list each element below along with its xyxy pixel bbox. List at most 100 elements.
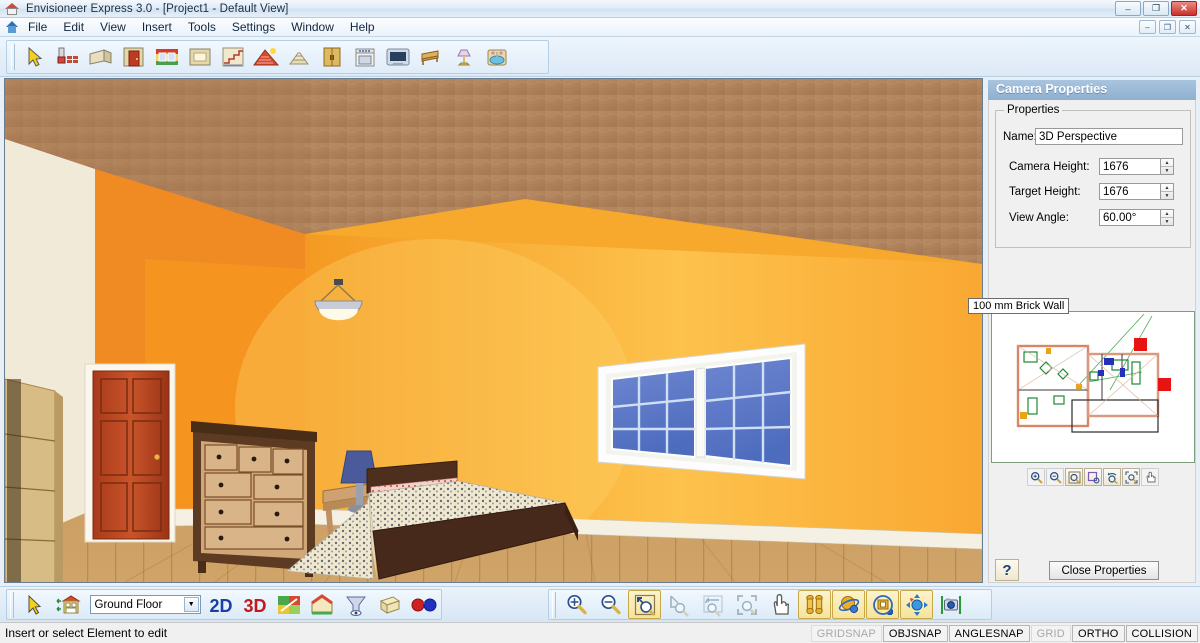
pan-button[interactable] [764, 590, 797, 619]
minimap-zoom-in-button[interactable] [1027, 468, 1045, 486]
status-indicators: GRIDSNAP OBJSNAP ANGLESNAP GRID ORTHO CO… [810, 625, 1198, 642]
turn-camera-button[interactable] [866, 590, 899, 619]
camera-name-input[interactable]: 3D Perspective [1035, 128, 1183, 145]
spin-up-icon[interactable]: ▲ [1161, 210, 1173, 218]
shelf-unit [5, 378, 63, 582]
zoom-extents-button[interactable] [730, 590, 763, 619]
cabinet-tool[interactable] [316, 42, 348, 72]
zoom-out-button[interactable] [594, 590, 627, 619]
spin-up-icon[interactable]: ▲ [1161, 184, 1173, 192]
snapshot-button[interactable] [934, 590, 967, 619]
spin-down-icon[interactable]: ▼ [1161, 167, 1173, 174]
window-assembly [597, 343, 806, 480]
target-height-spinner[interactable]: ▲ ▼ [1161, 183, 1174, 200]
lighting-tool[interactable] [448, 42, 480, 72]
mdi-restore-button[interactable]: ❐ [1159, 20, 1176, 34]
window-tool[interactable] [151, 42, 183, 72]
bottom-toolbar-strip: Ground Floor ▼ 2D 3D [0, 586, 1200, 622]
menu-item-help[interactable]: Help [342, 18, 383, 36]
close-properties-button[interactable]: Close Properties [1049, 561, 1159, 580]
electronics-tool[interactable] [382, 42, 414, 72]
view-angle-row: View Angle: [1009, 212, 1069, 224]
minimize-button[interactable]: – [1115, 1, 1141, 16]
zoom-in-button[interactable] [560, 590, 593, 619]
floorplan-minimap[interactable] [991, 311, 1195, 463]
status-gridsnap[interactable]: GRIDSNAP [810, 625, 882, 642]
roof-tool[interactable] [250, 42, 282, 72]
select-element-button[interactable] [18, 590, 51, 619]
toolbar-grip[interactable] [11, 44, 15, 70]
mdi-minimize-button[interactable]: – [1139, 20, 1156, 34]
menu-item-file[interactable]: File [20, 18, 55, 36]
mdi-close-button[interactable]: ✕ [1179, 20, 1196, 34]
view-toolbar: Ground Floor ▼ 2D 3D [6, 589, 442, 620]
view-2d-button[interactable]: 2D [205, 590, 238, 619]
walk-through-button[interactable] [798, 590, 831, 619]
close-button[interactable]: ✕ [1171, 1, 1197, 16]
view-split-button[interactable] [272, 590, 305, 619]
chevron-down-icon[interactable]: ▼ [183, 597, 199, 612]
svg-text:3D: 3D [243, 596, 266, 616]
menu-item-insert[interactable]: Insert [134, 18, 180, 36]
document-icon [4, 20, 20, 35]
name-label: Name: [1003, 131, 1037, 143]
menu-item-tools[interactable]: Tools [180, 18, 224, 36]
view-toolbar-grip[interactable] [10, 591, 14, 618]
status-anglesnap[interactable]: ANGLESNAP [948, 625, 1030, 642]
menu-item-window[interactable]: Window [283, 18, 342, 36]
minimap-zoom-out-button[interactable] [1046, 468, 1064, 486]
title-bar: Envisioneer Express 3.0 - [Project1 - De… [0, 0, 1200, 18]
minimap-zoom-window-button[interactable] [1065, 468, 1083, 486]
minimap-zoom-region-button[interactable] [1084, 468, 1102, 486]
deck-tool[interactable] [283, 42, 315, 72]
target-height-input[interactable]: 1676 [1099, 183, 1161, 200]
minimap-zoom-previous-button[interactable] [1103, 468, 1121, 486]
view-3d-button[interactable]: 3D [238, 590, 271, 619]
nav-toolbar-grip[interactable] [552, 591, 556, 618]
spin-down-icon[interactable]: ▼ [1161, 192, 1173, 199]
view-visibility-button[interactable] [340, 590, 373, 619]
zoom-window-button[interactable] [628, 590, 661, 619]
view-stereo-button[interactable] [407, 590, 440, 619]
restore-button[interactable]: ❐ [1143, 1, 1169, 16]
camera-properties-panel: Camera Properties Properties Name: 3D Pe… [968, 80, 1196, 583]
stairs-tool[interactable] [217, 42, 249, 72]
zoom-corner-button[interactable] [662, 590, 695, 619]
main-toolbar [0, 37, 1200, 77]
opening-tool[interactable] [184, 42, 216, 72]
level-manager-button[interactable] [52, 590, 85, 619]
menu-item-settings[interactable]: Settings [224, 18, 283, 36]
menu-item-edit[interactable]: Edit [55, 18, 92, 36]
wall-tool[interactable] [85, 42, 117, 72]
help-button[interactable]: ? [995, 559, 1019, 581]
status-collision[interactable]: COLLISION [1125, 625, 1198, 642]
status-ortho[interactable]: ORTHO [1071, 625, 1125, 642]
select-arrow-tool[interactable] [19, 42, 51, 72]
floor-selector[interactable]: Ground Floor ▼ [89, 595, 201, 614]
appliance-tool[interactable] [349, 42, 381, 72]
minimap-pan-button[interactable] [1141, 468, 1159, 486]
status-objsnap[interactable]: OBJSNAP [882, 625, 948, 642]
dresser [191, 421, 317, 577]
move-camera-button[interactable] [900, 590, 933, 619]
view-box-button[interactable] [374, 590, 407, 619]
camera-height-row: Camera Height: [1009, 161, 1090, 173]
camera-height-input[interactable]: 1676 [1099, 158, 1161, 175]
minimap-zoom-extents-button[interactable] [1122, 468, 1140, 486]
paint-material-tool[interactable] [52, 42, 84, 72]
zoom-previous-button[interactable] [696, 590, 729, 619]
view-angle-spinner[interactable]: ▲ ▼ [1161, 209, 1174, 226]
status-grid[interactable]: GRID [1030, 625, 1071, 642]
door-tool[interactable] [118, 42, 150, 72]
spin-up-icon[interactable]: ▲ [1161, 159, 1173, 167]
plumbing-tool[interactable] [481, 42, 513, 72]
3d-viewport[interactable] [4, 78, 983, 583]
spin-down-icon[interactable]: ▼ [1161, 218, 1173, 225]
menu-item-view[interactable]: View [92, 18, 134, 36]
view-angle-input[interactable]: 60.00° [1099, 209, 1161, 226]
camera-height-spinner[interactable]: ▲ ▼ [1161, 158, 1174, 175]
view-elevation-button[interactable] [306, 590, 339, 619]
orbit-button[interactable] [832, 590, 865, 619]
window-controls: – ❐ ✕ [1115, 1, 1197, 16]
furniture-tool[interactable] [415, 42, 447, 72]
